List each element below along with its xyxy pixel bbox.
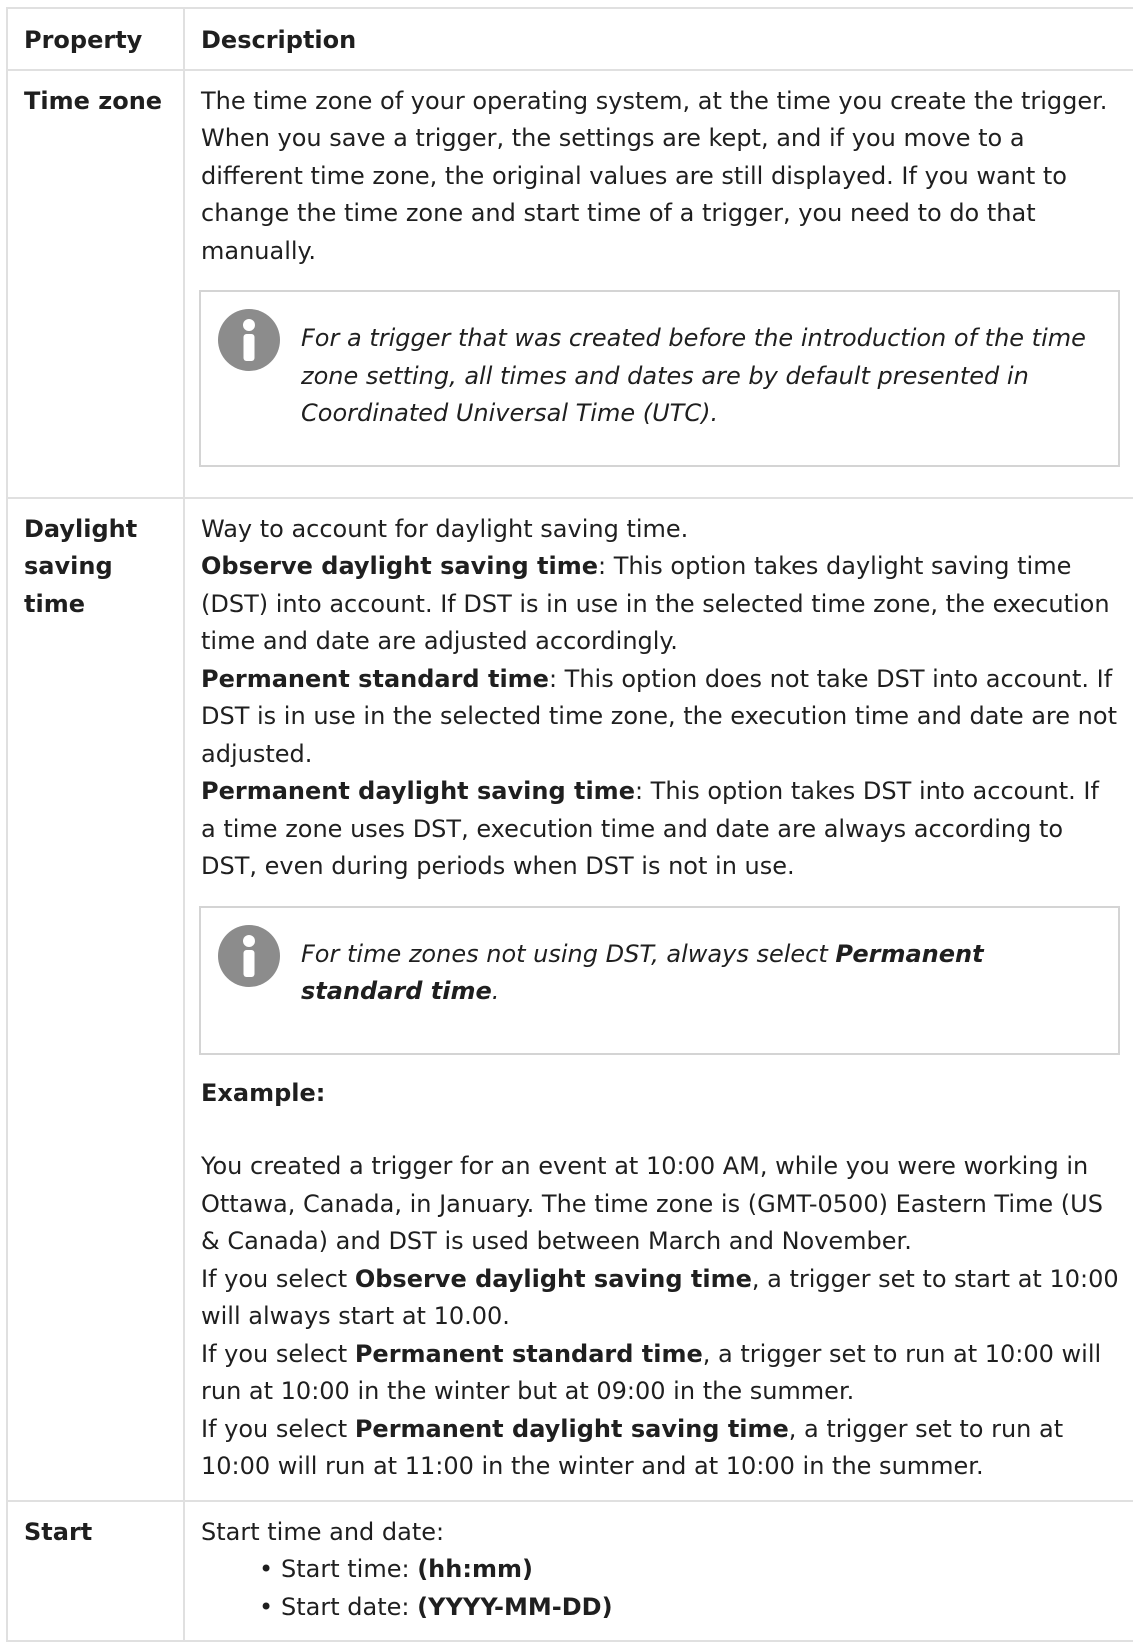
- example-intro: You created a trigger for an event at 10…: [201, 1152, 1103, 1255]
- table-row: Time zone The time zone of your operatin…: [6, 68, 1133, 499]
- list-item: Start date: (YYYY-MM-DD): [259, 1589, 1120, 1627]
- header-description: Description: [183, 7, 1133, 71]
- description-daylight-saving-time: Way to account for daylight saving time.…: [183, 496, 1133, 1502]
- example-line: If you select Permanent standard time, a…: [201, 1339, 1102, 1406]
- example-line: If you select Permanent daylight saving …: [201, 1414, 1064, 1481]
- dst-option: Observe daylight saving time: This optio…: [201, 552, 1110, 655]
- description-start: Start time and date: Start time: (hh:mm)…: [183, 1499, 1133, 1642]
- property-daylight-saving-time: Daylight saving time: [6, 496, 185, 1502]
- dst-option: Permanent daylight saving time: This opt…: [201, 777, 1099, 880]
- dst-option: Permanent standard time: This option doe…: [201, 664, 1117, 768]
- table-row: Start Start time and date: Start time: (…: [6, 1499, 1133, 1642]
- dst-intro: Way to account for daylight saving time.: [201, 514, 689, 543]
- start-list: Start time: (hh:mm) Start date: (YYYY-MM…: [201, 1551, 1120, 1626]
- property-time-zone: Time zone: [6, 68, 185, 499]
- start-intro: Start time and date:: [201, 1517, 445, 1546]
- note-text: For time zones not using DST, always sel…: [301, 939, 984, 1006]
- note-text: For a trigger that was created before th…: [301, 324, 1086, 427]
- description-time-zone: The time zone of your operating system, …: [183, 68, 1133, 499]
- property-start: Start: [6, 1499, 185, 1642]
- example-heading: Example:: [201, 1078, 326, 1107]
- note-box: For time zones not using DST, always sel…: [199, 905, 1120, 1055]
- note-box: For a trigger that was created before th…: [199, 290, 1120, 467]
- header-property: Property: [6, 7, 185, 71]
- properties-table: Property Description Time zone The time …: [6, 7, 1133, 1642]
- info-icon: [218, 924, 280, 987]
- time-zone-text: The time zone of your operating system, …: [201, 86, 1108, 265]
- table-header-row: Property Description: [6, 7, 1133, 71]
- info-icon: [218, 309, 280, 371]
- list-item: Start time: (hh:mm): [259, 1551, 1120, 1589]
- table-row: Daylight saving time Way to account for …: [6, 496, 1133, 1502]
- example-line: If you select Observe daylight saving ti…: [201, 1264, 1119, 1331]
